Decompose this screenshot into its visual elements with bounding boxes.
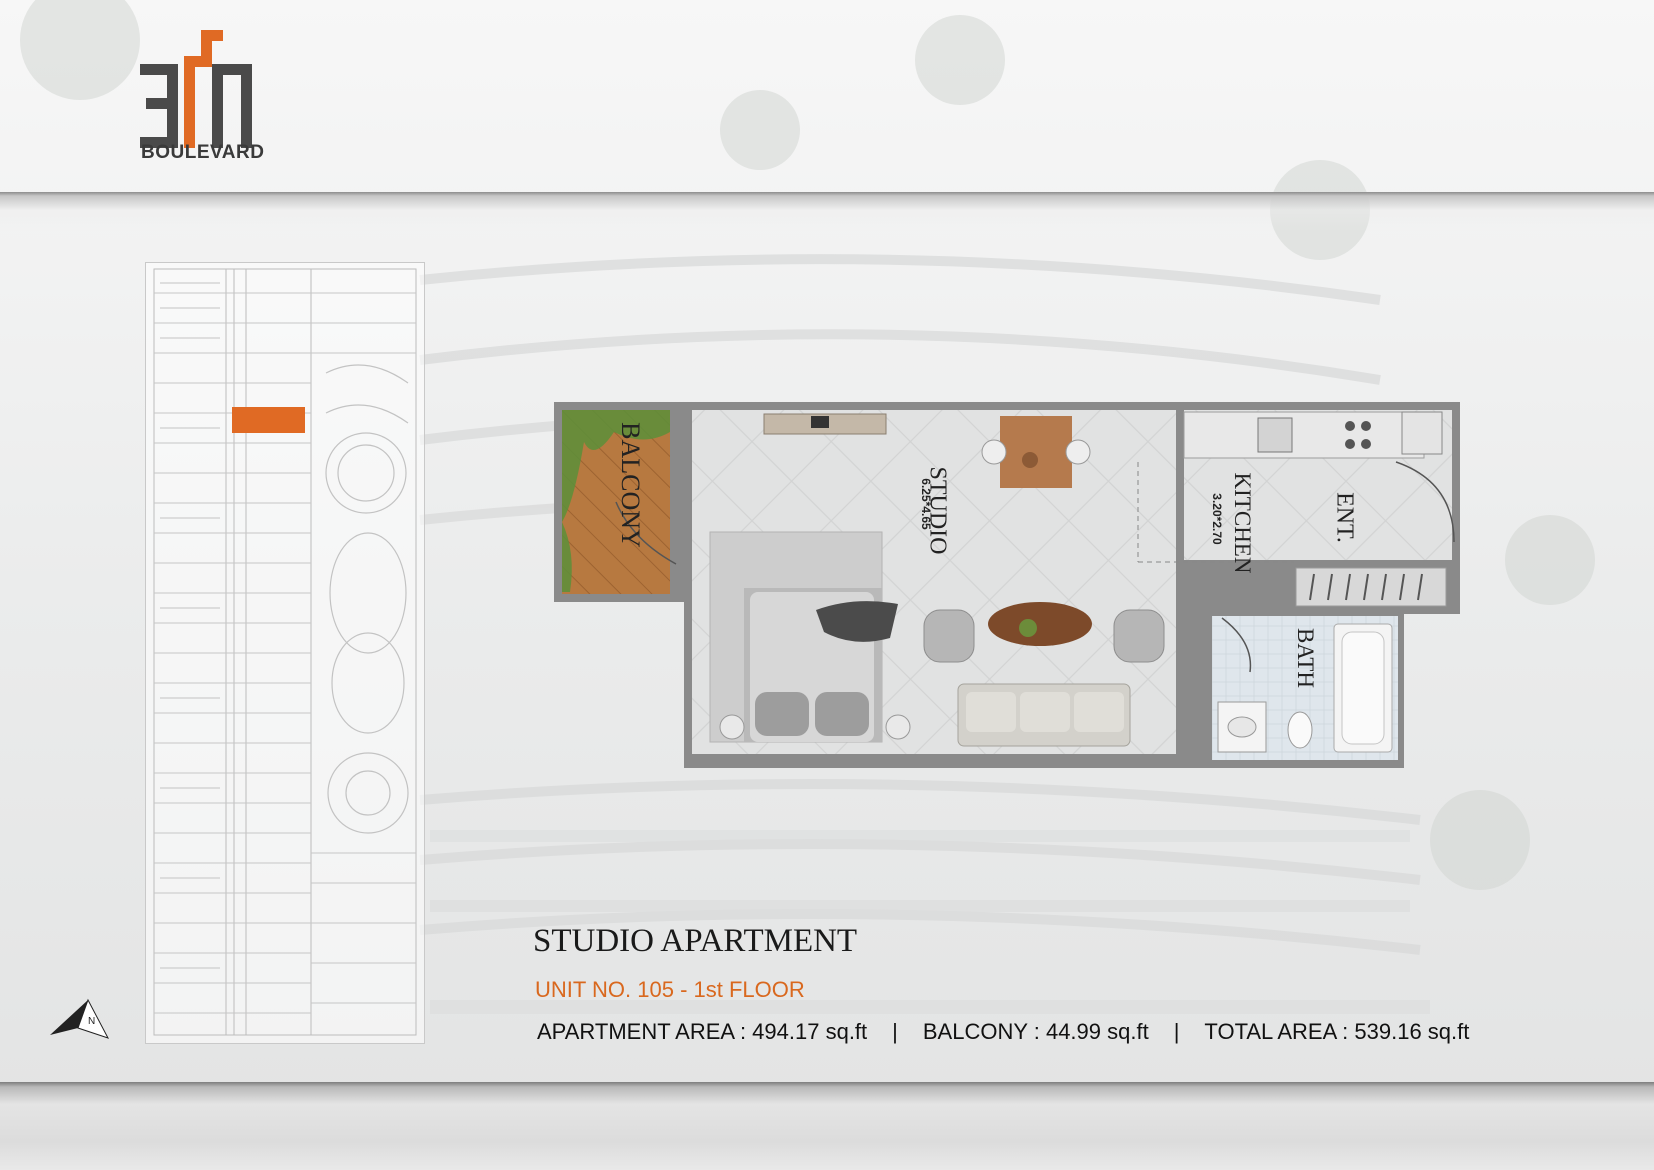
apartment-area: APARTMENT AREA : 494.17 sq.ft (537, 1019, 868, 1044)
header-divider-band (0, 192, 1654, 232)
brand-wordmark: BOULEVARD (141, 142, 265, 163)
balcony-label: BALCONY (616, 422, 645, 548)
highlighted-unit (232, 407, 305, 433)
svg-text:N: N (88, 1016, 95, 1027)
bath-label: BATH (1293, 627, 1318, 689)
separator: | (892, 1019, 898, 1044)
balcony-area: BALCONY : 44.99 sq.ft (922, 1019, 1149, 1044)
kitchen-dimension: 3.20*2.70 (1210, 493, 1224, 545)
floor-plan (554, 402, 1460, 768)
entrance-label: ENT. (1331, 492, 1358, 543)
studio-dimension: 6.25*4.65 (919, 478, 933, 530)
separator: | (1173, 1019, 1180, 1044)
north-arrow-icon: N (50, 998, 110, 1039)
unit-number: UNIT NO. 105 - 1st FLOOR (535, 977, 805, 1002)
footer-divider-band (0, 1082, 1654, 1170)
apartment-type-title: STUDIO APARTMENT (533, 923, 858, 959)
key-plan (145, 262, 425, 1044)
area-summary: APARTMENT AREA : 494.17 sq.ft | BALCONY : … (537, 1019, 1469, 1045)
total-area: TOTAL AREA : 539.16 sq.ft (1204, 1019, 1470, 1044)
kitchen-label: KITCHEN (1230, 472, 1255, 574)
